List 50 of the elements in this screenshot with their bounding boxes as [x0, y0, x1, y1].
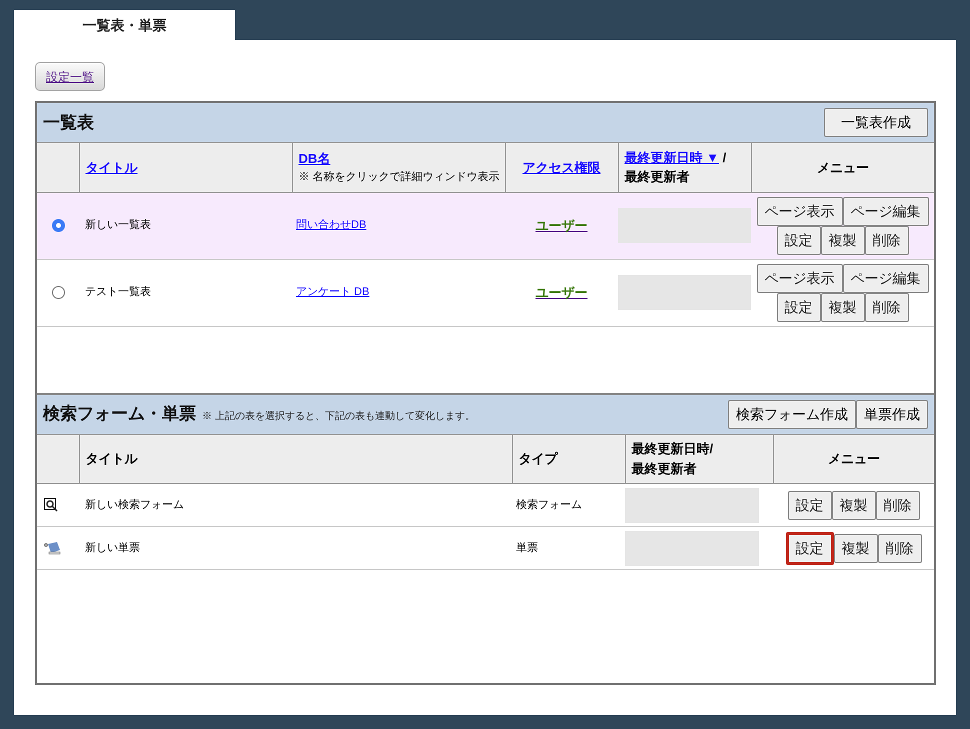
create-button[interactable]: 単票作成 [856, 400, 928, 428]
menu-button[interactable]: 設定 [788, 490, 832, 520]
tag-icon [44, 541, 61, 555]
create-button[interactable]: 検索フォーム作成 [728, 400, 856, 428]
db-link[interactable]: アンケート DB [296, 286, 370, 298]
form-title: 新しい検索フォーム [85, 498, 184, 511]
menu-button[interactable]: 複製 [834, 534, 878, 562]
column-link[interactable]: タイトル [86, 160, 138, 174]
menu-button[interactable]: 設定 [776, 292, 820, 322]
list-row[interactable]: テスト一覧表 アンケート DB ユーザー ページ表示 ページ編集 設定 複製 削除 [37, 259, 934, 326]
menu-button[interactable]: 設定 [786, 532, 834, 564]
column-link[interactable]: DB名 [298, 151, 330, 166]
column-subheading: 最終更新者 [624, 168, 690, 186]
column-heading: タイトル [86, 451, 138, 466]
menu-button[interactable]: 複製 [820, 292, 864, 322]
settings-list-button[interactable]: 設定一覧 [35, 62, 105, 91]
menu-button[interactable]: 複製 [820, 226, 864, 254]
section-note: ※ 上記の表を選択すると、下記の表も連動して変化します。 [202, 410, 475, 424]
section-title: 検索フォーム・単票 [43, 403, 196, 426]
menu-button[interactable]: 複製 [832, 490, 876, 520]
sort-link[interactable]: 最終更新日時 ▼ [624, 150, 719, 165]
form-type: 単票 [516, 542, 538, 554]
menu-button[interactable]: 削除 [864, 226, 908, 254]
access-link[interactable]: ユーザー [536, 284, 588, 300]
list-title: 新しい一覧表 [85, 219, 151, 232]
tab[interactable]: 一覧表・単票 [14, 10, 235, 40]
section-title: 一覧表 [43, 112, 94, 134]
create-list-button[interactable]: 一覧表作成 [824, 108, 928, 137]
menu-button[interactable]: ページ編集 [842, 196, 928, 226]
list-title: テスト一覧表 [85, 286, 151, 298]
menu-button[interactable]: 削除 [876, 490, 920, 520]
column-heading: メニュー [828, 451, 880, 466]
form-type: 検索フォーム [516, 498, 582, 511]
radio-button[interactable] [52, 286, 64, 299]
column-heading: タイプ [518, 451, 558, 466]
form-title: 新しい単票 [85, 542, 140, 554]
column-heading: メニュー [816, 160, 869, 174]
magnifier-icon [44, 498, 58, 512]
db-link[interactable]: 問い合わせDB [296, 219, 366, 232]
menu-button[interactable]: ページ表示 [756, 196, 842, 226]
access-link[interactable]: ユーザー [536, 218, 588, 233]
slash-text: / [722, 150, 726, 165]
menu-button[interactable]: 設定 [776, 226, 820, 254]
menu-button[interactable]: 削除 [864, 292, 908, 322]
menu-button[interactable]: ページ表示 [756, 264, 842, 292]
column-heading: 最終更新日時/ 最終更新者 [632, 441, 714, 476]
menu-button[interactable]: 削除 [878, 534, 922, 562]
column-note: ※ 名称をクリックで詳細ウィンドウ表示 [298, 170, 498, 185]
menu-button[interactable]: ページ編集 [842, 264, 928, 292]
radio-button[interactable] [52, 218, 64, 232]
